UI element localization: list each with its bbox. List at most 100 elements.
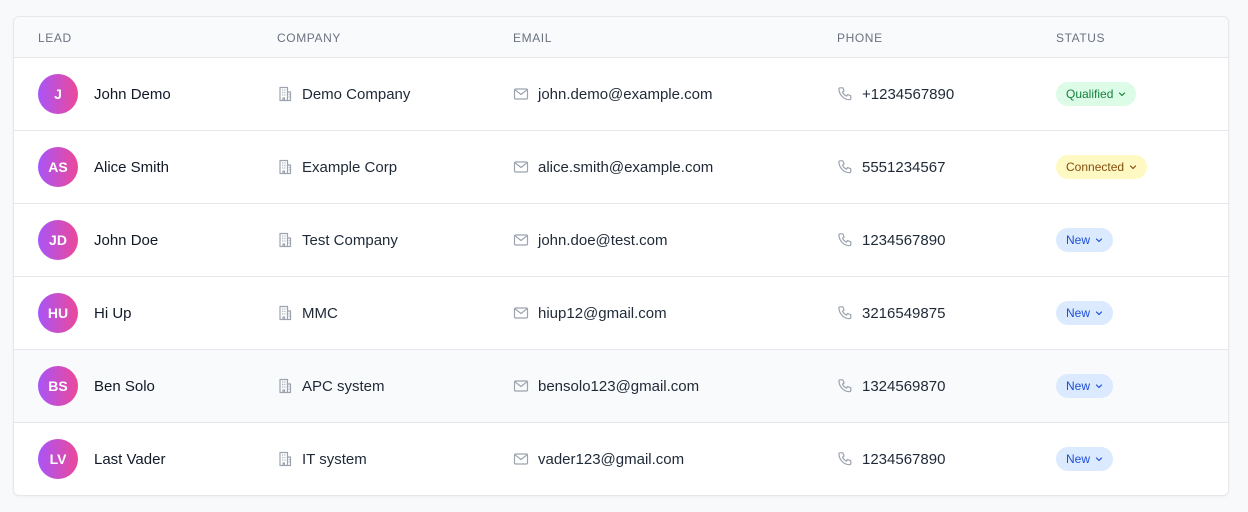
phone-number[interactable]: 3216549875 — [862, 305, 945, 322]
email-address[interactable]: vader123@gmail.com — [538, 451, 684, 468]
phone-number[interactable]: +1234567890 — [862, 86, 954, 103]
chevron-down-icon — [1095, 309, 1103, 317]
lead-name[interactable]: Ben Solo — [94, 378, 155, 395]
lead-cell[interactable]: BS Ben Solo — [38, 350, 155, 422]
lead-cell[interactable]: LV Last Vader — [38, 423, 165, 495]
status-label: New — [1066, 233, 1091, 247]
chevron-down-icon — [1118, 90, 1126, 98]
building-icon — [277, 86, 293, 102]
table-header: LEAD COMPANY EMAIL PHONE STATUS — [14, 17, 1228, 58]
company-name: Example Corp — [302, 158, 398, 176]
company-name: Demo Company — [302, 85, 411, 103]
phone-cell: 1234567890 — [837, 204, 945, 276]
building-icon — [277, 451, 293, 467]
header-phone: PHONE — [837, 31, 883, 45]
mail-icon — [513, 378, 529, 394]
table-row[interactable]: HU Hi Up MMC hiup12@gmail.com 3216549875 New — [14, 277, 1228, 350]
company-cell: Test Company — [277, 204, 398, 276]
email-address[interactable]: alice.smith@example.com — [538, 159, 713, 176]
status-label: New — [1066, 379, 1091, 393]
company-cell: MMC — [277, 277, 338, 349]
phone-icon — [837, 86, 853, 102]
table-row[interactable]: LV Last Vader IT system vader123@gmail.com 1… — [14, 423, 1228, 495]
status-cell: Qualified — [1056, 58, 1137, 130]
phone-number[interactable]: 1234567890 — [862, 451, 945, 468]
status-badge[interactable]: New — [1056, 447, 1114, 471]
status-badge[interactable]: New — [1056, 228, 1114, 252]
company-cell: Example Corp — [277, 131, 397, 203]
company-name: IT system — [302, 450, 367, 468]
status-label: Connected — [1066, 160, 1125, 174]
email-cell: bensolo123@gmail.com — [513, 350, 699, 422]
chevron-down-icon — [1095, 455, 1103, 463]
building-icon — [277, 305, 293, 321]
company-cell: APC system — [277, 350, 385, 422]
avatar: JD — [38, 220, 78, 260]
email-cell: alice.smith@example.com — [513, 131, 713, 203]
status-cell: New — [1056, 277, 1114, 349]
email-cell: john.doe@test.com — [513, 204, 667, 276]
status-badge[interactable]: New — [1056, 374, 1114, 398]
company-name: MMC — [302, 304, 338, 322]
header-company: COMPANY — [277, 31, 341, 45]
phone-number[interactable]: 5551234567 — [862, 159, 945, 176]
header-lead: LEAD — [38, 31, 72, 45]
status-cell: New — [1056, 350, 1114, 422]
header-status: STATUS — [1056, 31, 1106, 45]
phone-icon — [837, 232, 853, 248]
lead-name[interactable]: Alice Smith — [94, 159, 169, 176]
table-row[interactable]: JD John Doe Test Company john.doe@test.com 1… — [14, 204, 1228, 277]
status-badge[interactable]: Connected — [1056, 155, 1148, 179]
mail-icon — [513, 86, 529, 102]
table-row[interactable]: AS Alice Smith Example Corp alice.smith@exa… — [14, 131, 1228, 204]
lead-name[interactable]: Hi Up — [94, 305, 132, 322]
status-label: Qualified — [1066, 87, 1114, 101]
status-badge[interactable]: New — [1056, 301, 1114, 325]
phone-cell: 5551234567 — [837, 131, 945, 203]
phone-cell: 1234567890 — [837, 423, 945, 495]
leads-table: LEAD COMPANY EMAIL PHONE STATUS J John De… — [13, 16, 1229, 496]
email-cell: john.demo@example.com — [513, 58, 712, 130]
email-address[interactable]: hiup12@gmail.com — [538, 305, 667, 322]
avatar: BS — [38, 366, 78, 406]
building-icon — [277, 159, 293, 175]
phone-cell: 1324569870 — [837, 350, 945, 422]
chevron-down-icon — [1095, 382, 1103, 390]
status-label: New — [1066, 306, 1091, 320]
header-email: EMAIL — [513, 31, 553, 45]
lead-name[interactable]: John Doe — [94, 232, 158, 249]
email-address[interactable]: john.doe@test.com — [538, 232, 667, 249]
lead-name[interactable]: Last Vader — [94, 451, 165, 468]
lead-cell[interactable]: AS Alice Smith — [38, 131, 169, 203]
table-row[interactable]: J John Demo Demo Company john.demo@example.… — [14, 58, 1228, 131]
avatar: LV — [38, 439, 78, 479]
chevron-down-icon — [1095, 236, 1103, 244]
email-address[interactable]: bensolo123@gmail.com — [538, 378, 699, 395]
company-name: Test Company — [302, 231, 398, 249]
building-icon — [277, 378, 293, 394]
avatar: AS — [38, 147, 78, 187]
phone-icon — [837, 451, 853, 467]
mail-icon — [513, 232, 529, 248]
lead-cell[interactable]: JD John Doe — [38, 204, 158, 276]
status-badge[interactable]: Qualified — [1056, 82, 1137, 106]
mail-icon — [513, 451, 529, 467]
phone-icon — [837, 378, 853, 394]
avatar: J — [38, 74, 78, 114]
lead-cell[interactable]: HU Hi Up — [38, 277, 132, 349]
phone-icon — [837, 159, 853, 175]
phone-cell: +1234567890 — [837, 58, 954, 130]
lead-cell[interactable]: J John Demo — [38, 58, 171, 130]
phone-number[interactable]: 1324569870 — [862, 378, 945, 395]
table-row[interactable]: BS Ben Solo APC system bensolo123@gmail.com… — [14, 350, 1228, 423]
company-cell: Demo Company — [277, 58, 410, 130]
phone-number[interactable]: 1234567890 — [862, 232, 945, 249]
email-cell: vader123@gmail.com — [513, 423, 684, 495]
status-label: New — [1066, 452, 1091, 466]
status-cell: New — [1056, 204, 1114, 276]
email-address[interactable]: john.demo@example.com — [538, 86, 712, 103]
lead-name[interactable]: John Demo — [94, 86, 171, 103]
email-cell: hiup12@gmail.com — [513, 277, 667, 349]
avatar: HU — [38, 293, 78, 333]
mail-icon — [513, 159, 529, 175]
